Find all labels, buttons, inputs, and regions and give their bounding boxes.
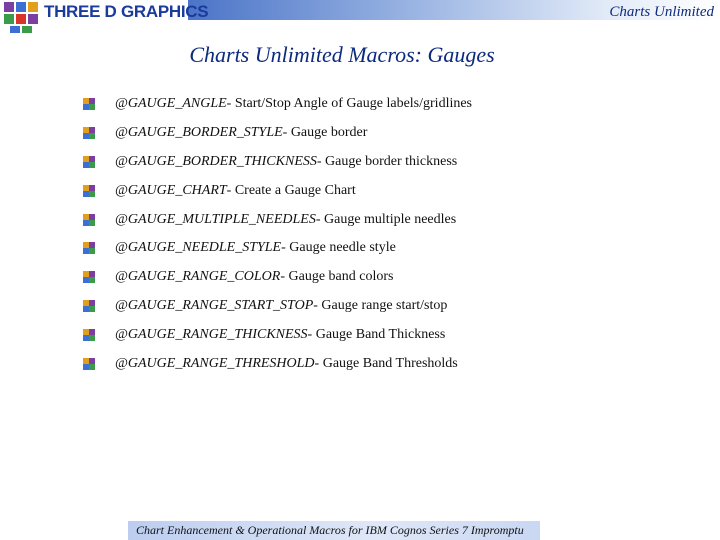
macro-description: - Start/Stop Angle of Gauge labels/gridl… (226, 96, 473, 112)
three-d-graphics-logo-icon (4, 2, 38, 33)
bullet-icon (83, 271, 95, 284)
company-logo: THREE D GRAPHICS (2, 0, 209, 34)
macro-name: @GAUGE_BORDER_THICKNESS (115, 153, 317, 169)
macro-description: - Gauge Band Thresholds (314, 355, 458, 371)
macro-description: - Gauge border (282, 125, 368, 141)
macro-description: - Gauge band colors (280, 269, 394, 285)
list-item: @GAUGE_MULTIPLE_NEEDLES - Gauge multiple… (82, 205, 472, 234)
bullet-icon (83, 213, 95, 226)
macro-name: @GAUGE_RANGE_START_STOP (115, 297, 314, 313)
macro-name: @GAUGE_BORDER_STYLE (115, 125, 283, 141)
macro-description: - Gauge range start/stop (313, 297, 448, 313)
bullet-icon (83, 98, 95, 111)
macro-description: - Gauge border thickness (316, 153, 458, 169)
macro-name: @GAUGE_RANGE_THICKNESS (115, 326, 308, 342)
list-item: @GAUGE_RANGE_COLOR - Gauge band colors (82, 263, 472, 292)
list-item: @GAUGE_BORDER_THICKNESS - Gauge border t… (82, 148, 472, 177)
macro-name: @GAUGE_ANGLE (115, 96, 227, 112)
slide-title: Charts Unlimited Macros: Gauges (189, 42, 495, 67)
macro-name: @GAUGE_MULTIPLE_NEEDLES (115, 211, 316, 227)
list-item: @GAUGE_RANGE_THRESHOLD - Gauge Band Thre… (82, 349, 472, 378)
list-item: @GAUGE_ANGLE - Start/Stop Angle of Gauge… (82, 90, 472, 119)
bullet-icon (83, 328, 95, 341)
macro-name: @GAUGE_NEEDLE_STYLE (115, 240, 282, 256)
macro-name: @GAUGE_RANGE_COLOR (115, 269, 281, 285)
macro-description: - Create a Gauge Chart (226, 182, 356, 198)
list-item: @GAUGE_RANGE_START_STOP - Gauge range st… (82, 292, 472, 321)
macro-name: @GAUGE_CHART (115, 182, 227, 198)
logo-text: THREE D GRAPHICS (44, 2, 209, 21)
macro-name: @GAUGE_RANGE_THRESHOLD (115, 355, 315, 371)
bullet-icon (83, 184, 95, 197)
slide-header: THREE D GRAPHICS Charts Unlimited (0, 0, 720, 34)
macro-description: - Gauge needle style (281, 240, 396, 256)
list-item: @GAUGE_BORDER_STYLE - Gauge border (82, 119, 472, 148)
macro-description: - Gauge Band Thickness (307, 326, 446, 342)
bullet-icon (83, 127, 95, 140)
list-item: @GAUGE_NEEDLE_STYLE - Gauge needle style (82, 234, 472, 263)
footer-text: Chart Enhancement & Operational Macros f… (136, 523, 524, 537)
macro-description: - Gauge multiple needles (315, 211, 457, 227)
list-item: @GAUGE_RANGE_THICKNESS - Gauge Band Thic… (82, 320, 472, 349)
bullet-icon (83, 242, 95, 255)
bullet-icon (83, 357, 95, 370)
bullet-icon (83, 299, 95, 312)
bullet-icon (83, 155, 95, 168)
macro-list: @GAUGE_ANGLE - Start/Stop Angle of Gauge… (82, 90, 472, 378)
list-item: @GAUGE_CHART - Create a Gauge Chart (82, 176, 472, 205)
header-title: Charts Unlimited (609, 4, 714, 20)
